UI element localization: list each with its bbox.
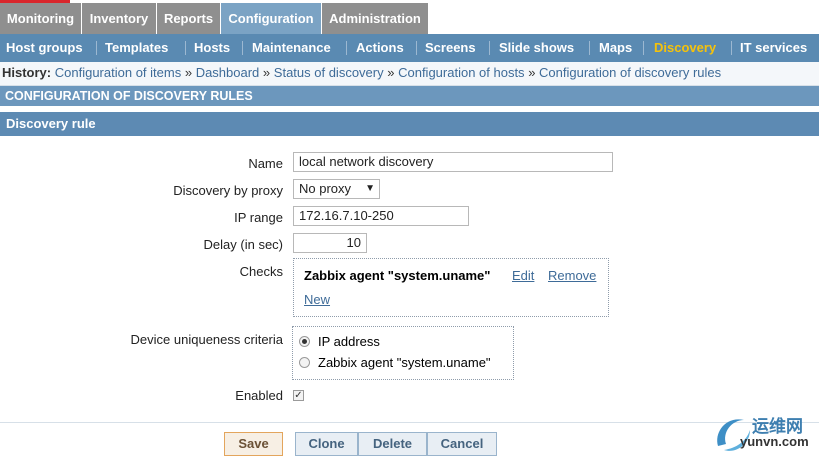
sub-menu-maps[interactable]: Maps xyxy=(599,34,632,62)
main-menu: Monitoring Inventory Reports Configurati… xyxy=(0,0,819,34)
cancel-button[interactable]: Cancel xyxy=(427,432,497,456)
uniqueness-option-ip: IP address xyxy=(318,334,380,349)
delay-field[interactable]: 10 xyxy=(293,233,367,253)
discovery-rule-form: Name local network discovery Discovery b… xyxy=(0,136,819,422)
delay-label: Delay (in sec) xyxy=(203,237,283,252)
main-tab-inventory[interactable]: Inventory xyxy=(82,3,157,34)
top-accent-line xyxy=(0,0,70,3)
history-breadcrumb: History: Configuration of items » Dashbo… xyxy=(0,62,819,86)
sub-menu-discovery[interactable]: Discovery xyxy=(654,34,716,62)
ip-range-label: IP range xyxy=(234,210,283,225)
check-new-link[interactable]: New xyxy=(304,292,330,307)
proxy-select-value: No proxy xyxy=(299,181,352,196)
uniqueness-radio-agent[interactable] xyxy=(299,357,310,368)
history-link-discovery-rules[interactable]: Configuration of discovery rules xyxy=(539,65,721,80)
history-separator: » xyxy=(184,65,193,80)
checks-box: Zabbix agent "system.uname" Edit Remove … xyxy=(293,258,609,317)
sub-menu-it-services[interactable]: IT services xyxy=(740,34,807,62)
history-link-status-of-discovery[interactable]: Status of discovery xyxy=(274,65,384,80)
sub-menu-separator xyxy=(589,41,590,55)
history-separator: » xyxy=(528,65,536,80)
history-link-items[interactable]: Configuration of items xyxy=(55,65,181,80)
name-field[interactable]: local network discovery xyxy=(293,152,613,172)
form-title: Discovery rule xyxy=(0,112,819,136)
sub-menu-screens[interactable]: Screens xyxy=(425,34,476,62)
enabled-label: Enabled xyxy=(235,388,283,403)
sub-menu-separator xyxy=(346,41,347,55)
sub-menu-maintenance[interactable]: Maintenance xyxy=(252,34,331,62)
save-button[interactable]: Save xyxy=(224,432,283,456)
main-tab-monitoring[interactable]: Monitoring xyxy=(0,3,82,34)
clone-button[interactable]: Clone xyxy=(295,432,358,456)
uniqueness-label: Device uniqueness criteria xyxy=(130,332,283,347)
uniqueness-option-agent: Zabbix agent "system.uname" xyxy=(318,355,491,370)
sub-menu: Host groups Templates Hosts Maintenance … xyxy=(0,34,819,62)
check-edit-link[interactable]: Edit xyxy=(512,268,534,283)
sub-menu-separator xyxy=(489,41,490,55)
history-link-hosts[interactable]: Configuration of hosts xyxy=(398,65,524,80)
sub-menu-separator xyxy=(96,41,97,55)
form-footer: Save Clone Delete Cancel xyxy=(0,422,819,458)
name-label: Name xyxy=(248,156,283,171)
proxy-select[interactable]: No proxy ▼ xyxy=(293,179,380,199)
enabled-checkbox[interactable]: ✓ xyxy=(293,390,304,401)
check-remove-link[interactable]: Remove xyxy=(548,268,596,283)
uniqueness-radio-ip[interactable] xyxy=(299,336,310,347)
check-item-label: Zabbix agent "system.uname" xyxy=(304,268,491,283)
sub-menu-separator xyxy=(185,41,186,55)
checks-label: Checks xyxy=(239,264,283,279)
history-separator: » xyxy=(262,65,271,80)
sub-menu-actions[interactable]: Actions xyxy=(356,34,404,62)
watermark-logo: 运维网 yunvn.com xyxy=(712,410,819,458)
uniqueness-box: IP address Zabbix agent "system.uname" xyxy=(292,326,514,380)
sub-menu-separator xyxy=(242,41,243,55)
main-tab-configuration[interactable]: Configuration xyxy=(221,3,322,34)
delete-button[interactable]: Delete xyxy=(358,432,427,456)
sub-menu-separator xyxy=(731,41,732,55)
sub-menu-templates[interactable]: Templates xyxy=(105,34,168,62)
history-separator: » xyxy=(387,65,395,80)
sub-menu-host-groups[interactable]: Host groups xyxy=(6,34,83,62)
history-label: History: xyxy=(2,65,52,80)
page-title: CONFIGURATION OF DISCOVERY RULES xyxy=(0,86,819,106)
history-link-dashboard[interactable]: Dashboard xyxy=(196,65,260,80)
main-tab-reports[interactable]: Reports xyxy=(157,3,221,34)
main-tab-administration[interactable]: Administration xyxy=(322,3,429,34)
proxy-label: Discovery by proxy xyxy=(173,183,283,198)
sub-menu-hosts[interactable]: Hosts xyxy=(194,34,230,62)
sub-menu-slide-shows[interactable]: Slide shows xyxy=(499,34,574,62)
sub-menu-separator xyxy=(416,41,417,55)
sub-menu-separator xyxy=(643,41,644,55)
ip-range-field[interactable]: 172.16.7.10-250 xyxy=(293,206,469,226)
chevron-down-icon: ▼ xyxy=(365,183,375,194)
watermark-text-url: yunvn.com xyxy=(740,434,809,449)
